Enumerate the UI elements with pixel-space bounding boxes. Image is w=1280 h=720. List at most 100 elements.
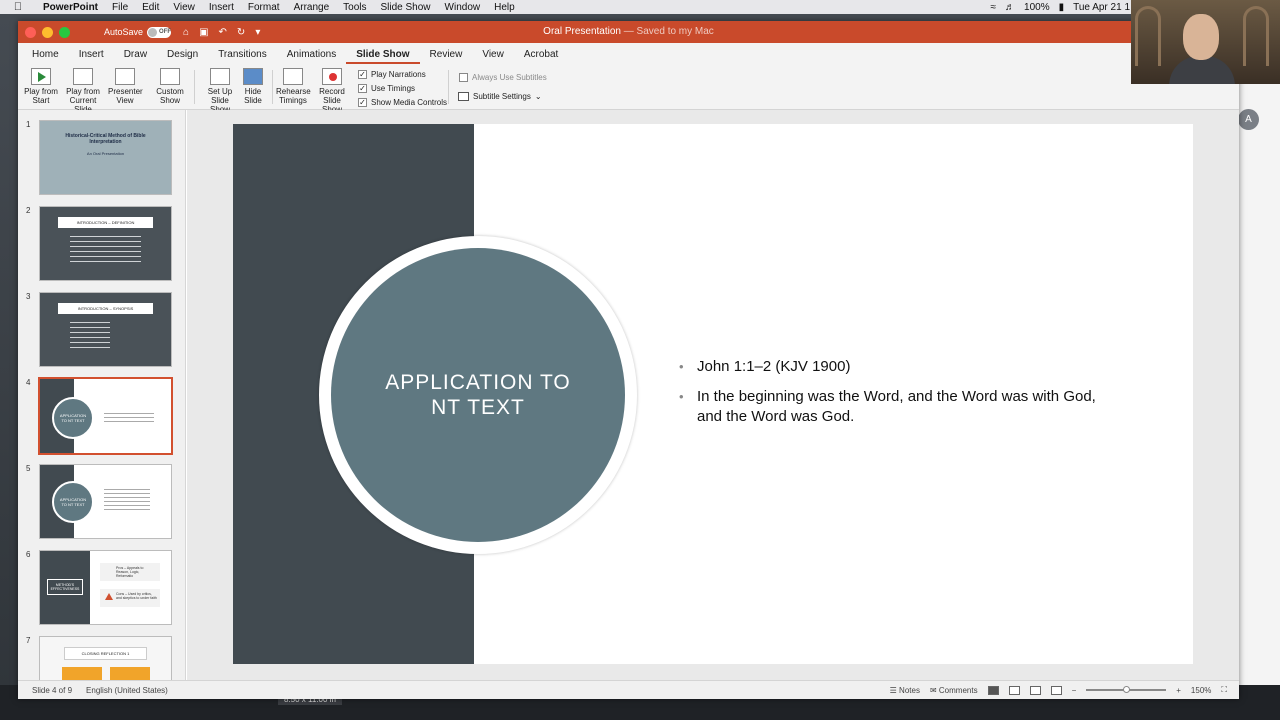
tab-acrobat[interactable]: Acrobat	[514, 49, 568, 64]
menu-format[interactable]: Format	[241, 2, 287, 13]
play-from-current-button[interactable]: Play from Current Slide	[60, 68, 106, 114]
thumb-circle: APPLICATION TO NT TEXT	[52, 397, 94, 439]
thumb-text-lines	[104, 489, 150, 513]
reading-view-icon[interactable]	[1029, 685, 1041, 695]
checkmark-icon: ✓	[358, 70, 367, 79]
notes-icon: ☰	[889, 685, 897, 695]
custom-show-icon	[160, 68, 180, 85]
subtitle-settings-button[interactable]: Subtitle Settings ⌄	[458, 92, 542, 101]
slide-thumbnail-7[interactable]: CLOSING REFLECTION 1	[39, 636, 172, 680]
always-use-subtitles-checkbox[interactable]: Always Use Subtitles	[459, 73, 547, 82]
zoom-slider[interactable]	[1086, 686, 1167, 693]
minimize-window-button[interactable]	[42, 26, 53, 38]
checkmark-icon: ✓	[358, 98, 367, 107]
custom-show-button[interactable]: Custom Show	[154, 68, 186, 105]
menu-app-name[interactable]: PowerPoint	[36, 2, 105, 13]
thumb-number: 7	[26, 636, 31, 645]
zoom-out-icon[interactable]: −	[1072, 686, 1077, 695]
user-avatar[interactable]: A	[1238, 109, 1259, 130]
use-timings-checkbox[interactable]: ✓ Use Timings	[358, 84, 415, 93]
wifi-icon[interactable]: ≈	[991, 2, 997, 13]
language-indicator[interactable]: English (United States)	[86, 686, 168, 695]
battery-icon[interactable]: ▮	[1059, 2, 1065, 13]
menu-help[interactable]: Help	[487, 2, 522, 13]
slide-content-textbox[interactable]: John 1:1–2 (KJV 1900) In the beginning w…	[679, 357, 1099, 437]
tab-home[interactable]: Home	[22, 49, 69, 64]
tab-insert[interactable]: Insert	[69, 49, 114, 64]
set-up-slide-show-button[interactable]: Set Up Slide Show	[201, 68, 239, 114]
tab-design[interactable]: Design	[157, 49, 208, 64]
comments-button[interactable]: ✉ Comments	[930, 686, 978, 695]
slide-title[interactable]: APPLICATION TO NT TEXT	[368, 370, 588, 420]
tab-animations[interactable]: Animations	[277, 49, 346, 64]
fit-to-window-icon[interactable]: ⛶	[1221, 685, 1227, 695]
slide-sorter-icon[interactable]	[1008, 685, 1020, 695]
menu-slide-show[interactable]: Slide Show	[374, 2, 438, 13]
customize-toolbar-icon[interactable]: ▾	[255, 27, 260, 38]
zoom-in-icon[interactable]: +	[1176, 686, 1181, 695]
slide-thumbnail-4[interactable]: APPLICATION TO NT TEXT	[38, 377, 173, 455]
thumb-title: Historical-Critical Method of Bible Inte…	[65, 133, 146, 145]
slide-thumbnail-3[interactable]: INTRODUCTION – SYNOPSIS	[39, 292, 172, 367]
thumb-number: 2	[26, 206, 31, 215]
menubar-clock[interactable]: Tue Apr 21 1	[1073, 2, 1130, 13]
thumb-number: 5	[26, 464, 31, 473]
thumb-text-lines	[70, 322, 110, 352]
presenter-view-button[interactable]: Presenter View	[108, 68, 143, 105]
play-icon	[31, 68, 51, 85]
slide-thumbnail-6[interactable]: METHOD'S EFFECTIVENESS Pros – Appeals to…	[39, 550, 172, 625]
tab-view[interactable]: View	[472, 49, 514, 64]
show-media-controls-checkbox[interactable]: ✓ Show Media Controls	[358, 98, 447, 107]
autosave-control[interactable]: AutoSave OFF	[104, 26, 172, 38]
menu-window[interactable]: Window	[438, 2, 488, 13]
autosave-toggle[interactable]: OFF	[147, 26, 172, 38]
menu-insert[interactable]: Insert	[202, 2, 241, 13]
doc-name: Oral Presentation	[543, 26, 621, 37]
autosave-label: AutoSave	[104, 27, 144, 37]
ribbon-separator	[272, 70, 273, 104]
close-window-button[interactable]	[25, 26, 36, 38]
thumb-header: INTRODUCTION – SYNOPSIS	[58, 303, 153, 314]
battery-percent[interactable]: 100%	[1024, 2, 1050, 13]
tab-review[interactable]: Review	[420, 49, 473, 64]
play-from-start-button[interactable]: Play from Start	[24, 68, 58, 105]
slide-thumbnail-5[interactable]: APPLICATION TO NT TEXT	[39, 464, 172, 539]
record-slide-show-button[interactable]: Record Slide Show	[312, 68, 352, 114]
tab-draw[interactable]: Draw	[114, 49, 157, 64]
menu-arrange[interactable]: Arrange	[287, 2, 337, 13]
notes-button[interactable]: ☰ Notes	[890, 686, 920, 695]
volume-icon[interactable]: ♬	[1005, 2, 1015, 13]
menu-view[interactable]: View	[166, 2, 202, 13]
undo-icon[interactable]: ↶	[219, 27, 227, 38]
zoom-window-button[interactable]	[59, 26, 70, 38]
warning-icon	[105, 593, 113, 600]
play-narrations-checkbox[interactable]: ✓ Play Narrations	[358, 70, 426, 79]
hide-slide-button[interactable]: Hide Slide	[241, 68, 265, 105]
home-icon[interactable]: ⌂	[183, 27, 189, 38]
normal-view-icon[interactable]	[987, 685, 999, 695]
bullet-reference[interactable]: John 1:1–2 (KJV 1900)	[679, 357, 1099, 377]
slide-thumbnail-2[interactable]: INTRODUCTION – DEFINITION	[39, 206, 172, 281]
bullet-verse[interactable]: In the beginning was the Word, and the W…	[679, 387, 1099, 427]
record-icon	[322, 68, 342, 85]
redo-icon[interactable]: ↻	[237, 27, 245, 38]
menu-edit[interactable]: Edit	[135, 2, 166, 13]
menu-tools[interactable]: Tools	[336, 2, 373, 13]
apple-menu-icon[interactable]: 	[0, 1, 36, 13]
zoom-slider-handle[interactable]	[1123, 686, 1131, 693]
webcam-overlay	[1131, 0, 1280, 84]
slide-thumbnail-1[interactable]: Historical-Critical Method of Bible Inte…	[39, 120, 172, 195]
tab-slide-show[interactable]: Slide Show	[346, 49, 420, 64]
thumb-number: 6	[26, 550, 31, 559]
slide-thumbnail-pane: 1 Historical-Critical Method of Bible In…	[18, 110, 186, 680]
slide-title-circle[interactable]: APPLICATION TO NT TEXT	[319, 236, 637, 554]
menu-file[interactable]: File	[105, 2, 135, 13]
thumb-circle: APPLICATION TO NT TEXT	[52, 481, 94, 523]
save-icon[interactable]: ▣	[199, 27, 208, 38]
rehearse-icon	[283, 68, 303, 85]
slideshow-view-icon[interactable]	[1050, 685, 1062, 695]
rehearse-timings-button[interactable]: Rehearse Timings	[276, 68, 311, 105]
tab-transitions[interactable]: Transitions	[208, 49, 277, 64]
current-slide-canvas[interactable]: APPLICATION TO NT TEXT John 1:1–2 (KJV 1…	[233, 124, 1193, 664]
zoom-level[interactable]: 150%	[1191, 686, 1211, 695]
